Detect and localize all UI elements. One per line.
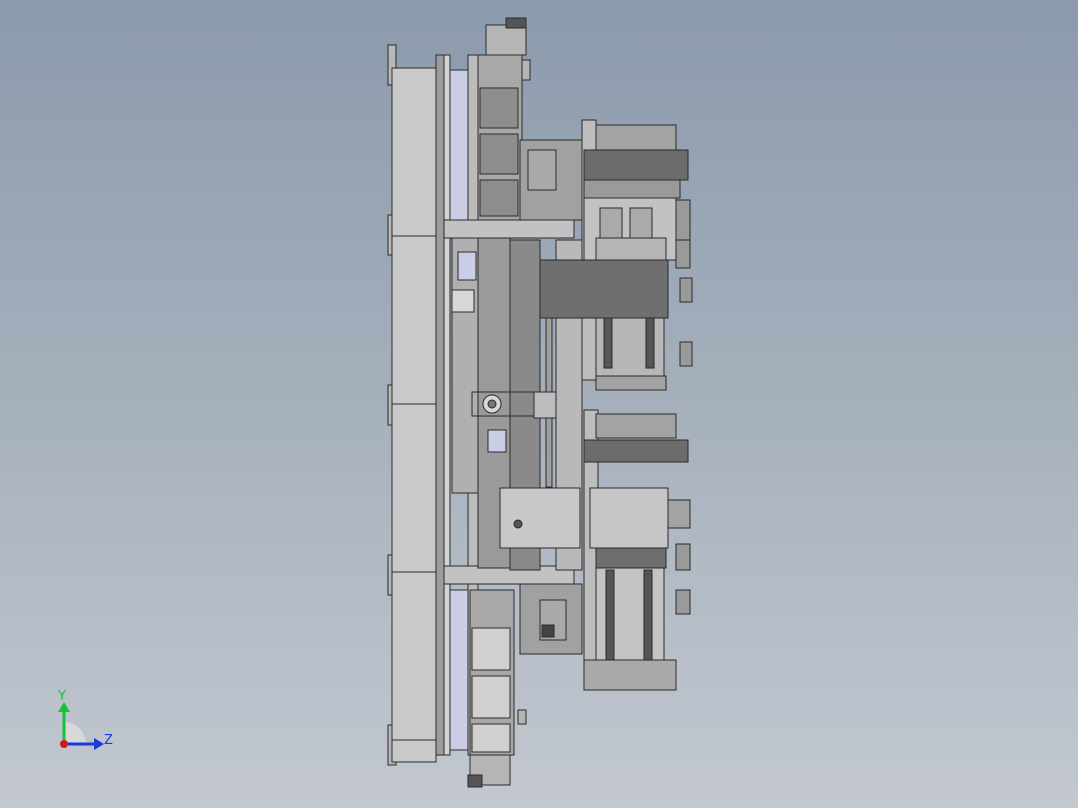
cad-viewport[interactable]: Y Z bbox=[0, 0, 1078, 808]
z-axis-label: Z bbox=[104, 733, 113, 748]
base-panel-column bbox=[387, 44, 437, 766]
y-axis-label: Y bbox=[57, 689, 66, 704]
assembly-drawing: Y Z bbox=[57, 17, 693, 788]
coordinate-triad: Y Z bbox=[57, 689, 113, 750]
bottom-carriage bbox=[467, 589, 515, 788]
lower-tool-block bbox=[583, 409, 691, 691]
